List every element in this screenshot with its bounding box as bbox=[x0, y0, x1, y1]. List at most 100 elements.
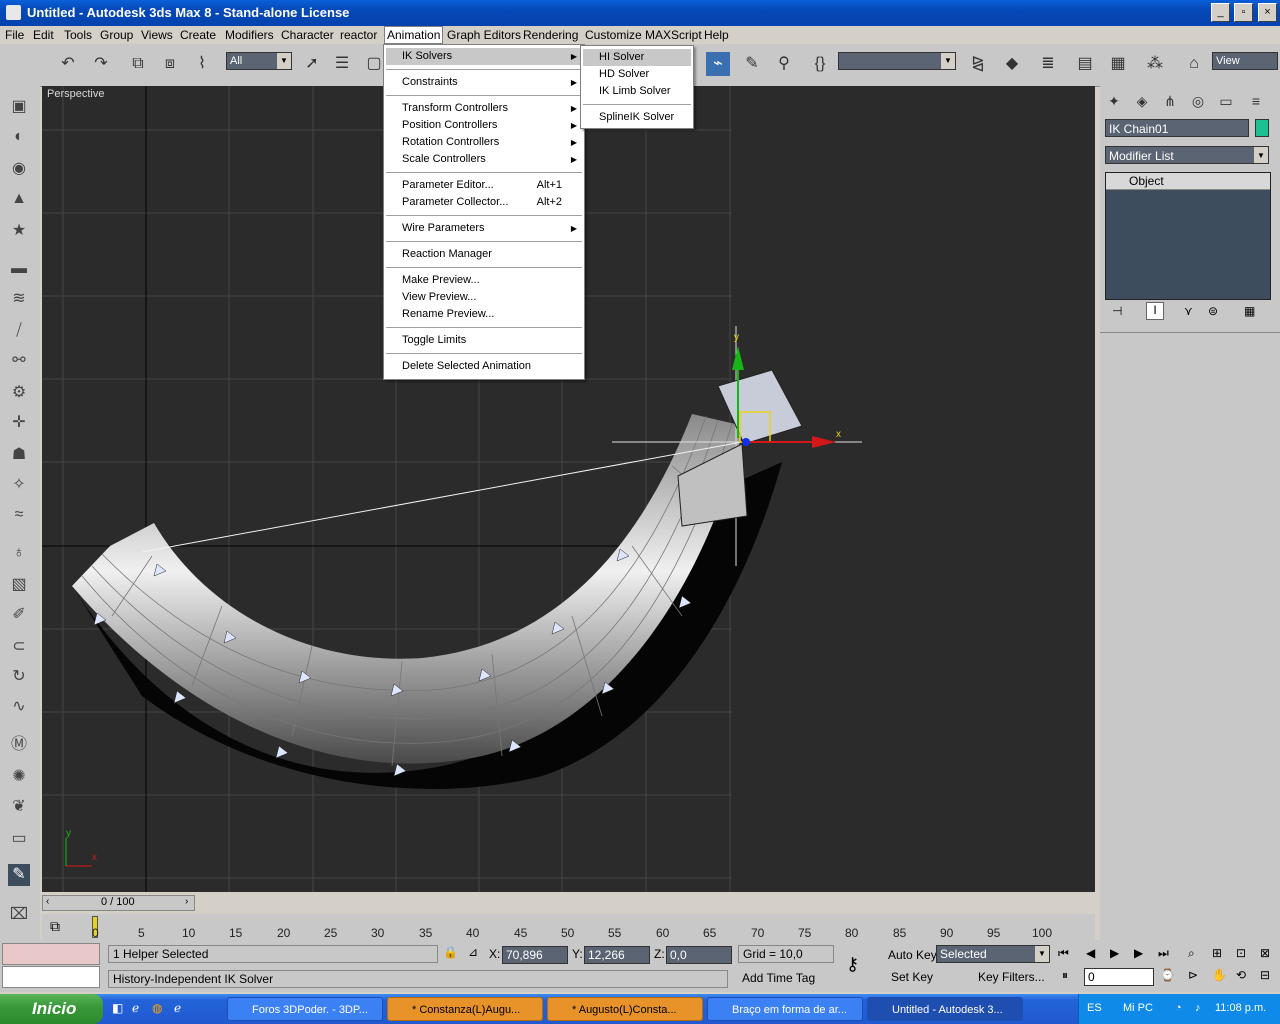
menu-item-toggle-limits[interactable]: Toggle Limits bbox=[386, 332, 582, 349]
go-to-start-icon[interactable]: ⏮ bbox=[1058, 946, 1069, 961]
current-frame-field[interactable]: 0 bbox=[1084, 968, 1154, 986]
spinner-snap-icon[interactable]: ⚲ bbox=[772, 52, 796, 76]
reference-coordinate-dropdown[interactable]: View bbox=[1212, 52, 1278, 70]
menu-views[interactable]: Views bbox=[141, 28, 173, 42]
gizmo-center[interactable] bbox=[742, 438, 750, 446]
menu-item-rotation-controllers[interactable]: Rotation Controllers ▶ bbox=[386, 134, 582, 151]
plane-icon[interactable]: ▬ bbox=[8, 258, 30, 280]
task-braco[interactable]: Braço em forma de ar... bbox=[707, 997, 863, 1021]
time-prev-icon[interactable]: ‹ bbox=[46, 896, 49, 907]
paint-icon[interactable]: ❦ bbox=[8, 796, 30, 818]
zoom-extents-all-icon[interactable]: ⊠ bbox=[1260, 946, 1270, 960]
dummy-icon[interactable]: ✛ bbox=[8, 412, 30, 434]
restore-button[interactable]: ▫ bbox=[1234, 3, 1253, 22]
menu-item-make-preview[interactable]: Make Preview... bbox=[386, 272, 582, 289]
maxscript-listener-white[interactable] bbox=[2, 966, 100, 988]
menu-animation[interactable]: Animation bbox=[384, 26, 444, 44]
menu-reactor[interactable]: reactor bbox=[340, 28, 377, 42]
time-slider[interactable]: ‹ 0 / 100 › bbox=[42, 895, 195, 911]
mirror-icon[interactable]: ⧎ bbox=[966, 52, 990, 76]
cone-icon[interactable]: ▲ bbox=[8, 188, 30, 210]
menu-item-hd-solver[interactable]: HD Solver bbox=[583, 66, 691, 83]
ie-icon[interactable]: ℯ bbox=[132, 1001, 139, 1015]
menu-item-wire-parameters[interactable]: Wire Parameters ▶ bbox=[386, 220, 582, 237]
menu-create[interactable]: Create bbox=[180, 28, 216, 42]
make-unique-icon[interactable]: ⋎ bbox=[1184, 304, 1193, 318]
tray-volume-icon[interactable]: ♪ bbox=[1195, 1002, 1201, 1014]
camera-icon[interactable]: ☗ bbox=[8, 444, 30, 466]
display-tab-icon[interactable]: ▭ bbox=[1214, 90, 1238, 112]
key-filters-button[interactable]: Key Filters... bbox=[978, 970, 1045, 984]
track-bar[interactable]: ⧉ 0 5 10 15 20 25 30 35 40 45 50 55 60 6… bbox=[42, 914, 1095, 940]
auto-key-button[interactable]: Auto Key bbox=[888, 948, 937, 962]
render-scene-icon[interactable]: ⌂ bbox=[1182, 52, 1206, 76]
object-name-field[interactable]: IK Chain01 bbox=[1105, 119, 1249, 137]
align-icon[interactable]: ◆ bbox=[1000, 52, 1024, 76]
zoom-all-icon[interactable]: ⊞ bbox=[1212, 946, 1222, 960]
angle-snap-icon[interactable]: ⌁ bbox=[706, 52, 730, 76]
object-color-swatch[interactable] bbox=[1255, 119, 1269, 137]
minimize-button[interactable]: _ bbox=[1211, 3, 1230, 22]
track-bar-icon[interactable]: ⧉ bbox=[50, 918, 60, 935]
menu-graph-editors[interactable]: Graph Editors bbox=[447, 28, 521, 42]
rotate-icon[interactable]: ↻ bbox=[8, 666, 30, 688]
tray-network-icon[interactable]: ◔ bbox=[1175, 1002, 1182, 1014]
menu-tools[interactable]: Tools bbox=[64, 28, 92, 42]
material-editor-icon[interactable]: ⁂ bbox=[1143, 52, 1167, 76]
map-icon[interactable]: ▧ bbox=[8, 574, 30, 596]
menu-rendering[interactable]: Rendering bbox=[523, 28, 578, 42]
mental-ray-icon[interactable]: Ⓜ bbox=[8, 734, 30, 756]
bind-space-warp-icon[interactable]: ⌇ bbox=[190, 52, 214, 76]
firefox-icon[interactable]: ◍ bbox=[152, 1001, 162, 1015]
menu-item-parameter-collector[interactable]: Parameter Collector... Alt+2 bbox=[386, 194, 582, 211]
unlink-icon[interactable]: ⧈ bbox=[158, 52, 182, 76]
zoom-extents-icon[interactable]: ⊡ bbox=[1236, 946, 1246, 960]
select-by-name-icon[interactable]: ☰ bbox=[330, 52, 354, 76]
menu-item-transform-controllers[interactable]: Transform Controllers ▶ bbox=[386, 100, 582, 117]
modify-tab-icon[interactable]: ◈ bbox=[1130, 90, 1154, 112]
undo-icon[interactable]: ↶ bbox=[56, 52, 80, 76]
menu-modifiers[interactable]: Modifiers bbox=[225, 28, 274, 42]
wave-icon[interactable]: ≈ bbox=[8, 504, 30, 526]
arc-rotate-icon[interactable]: ⟲ bbox=[1236, 968, 1246, 982]
show-end-result-icon[interactable]: I bbox=[1146, 302, 1164, 320]
menu-item-splineik-solver[interactable]: SplineIK Solver bbox=[583, 109, 691, 126]
gear-icon[interactable]: ⚙ bbox=[8, 382, 30, 404]
brush-icon[interactable]: ✐ bbox=[8, 604, 30, 626]
menu-maxscript[interactable]: MAXScript bbox=[645, 28, 702, 42]
edit-named-selection-icon[interactable]: {} bbox=[808, 52, 832, 76]
select-object-icon[interactable]: ➚ bbox=[300, 52, 324, 76]
remove-modifier-icon[interactable]: ⊜ bbox=[1208, 304, 1218, 318]
pan-icon[interactable]: ✋ bbox=[1212, 968, 1227, 982]
task-3dsmax[interactable]: Untitled - Autodesk 3... bbox=[867, 997, 1023, 1021]
play-icon[interactable]: ▶ bbox=[1110, 946, 1119, 960]
menu-item-view-preview[interactable]: View Preview... bbox=[386, 289, 582, 306]
next-frame-icon[interactable]: ▶ bbox=[1134, 946, 1143, 960]
maximize-viewport-icon[interactable]: ⊟ bbox=[1260, 968, 1270, 982]
percent-snap-icon[interactable]: ✎ bbox=[740, 52, 764, 76]
menu-edit[interactable]: Edit bbox=[33, 28, 54, 42]
menu-help[interactable]: Help bbox=[704, 28, 729, 42]
panel-icon[interactable]: ▭ bbox=[8, 828, 30, 850]
menu-item-constraints[interactable]: Constraints ▶ bbox=[386, 74, 582, 91]
my-pc-label[interactable]: Mi PC bbox=[1123, 1002, 1153, 1014]
key-mode-toggle-icon[interactable]: ⏸ bbox=[1062, 968, 1068, 983]
task-augusto[interactable]: * Augusto(L)Consta... bbox=[547, 997, 703, 1021]
layer-manager-icon[interactable]: ≣ bbox=[1036, 52, 1060, 76]
motion-tab-icon[interactable]: ◎ bbox=[1186, 90, 1210, 112]
menu-file[interactable]: File bbox=[5, 28, 24, 42]
previous-frame-icon[interactable]: ◀ bbox=[1086, 946, 1095, 960]
utilities-tab-icon[interactable]: ≡ bbox=[1244, 90, 1268, 112]
lock-selection-icon[interactable]: 🔒 bbox=[443, 945, 458, 959]
bone-icon[interactable]: ⚯ bbox=[8, 350, 30, 372]
create-tab-icon[interactable]: ✦ bbox=[1102, 90, 1126, 112]
key-mode-dropdown[interactable]: Selected ▼ bbox=[936, 945, 1050, 963]
menu-character[interactable]: Character bbox=[281, 28, 334, 42]
task-constanza[interactable]: * Constanza(L)Augu... bbox=[387, 997, 543, 1021]
time-next-icon[interactable]: › bbox=[185, 896, 188, 907]
fx-icon[interactable]: ✺ bbox=[8, 766, 30, 788]
zoom-icon[interactable]: ⌕ bbox=[1188, 946, 1195, 961]
menu-item-hi-solver[interactable]: HI Solver bbox=[583, 49, 691, 66]
box-icon[interactable]: ▣ bbox=[8, 96, 30, 118]
stack-item[interactable]: Object bbox=[1106, 173, 1270, 190]
